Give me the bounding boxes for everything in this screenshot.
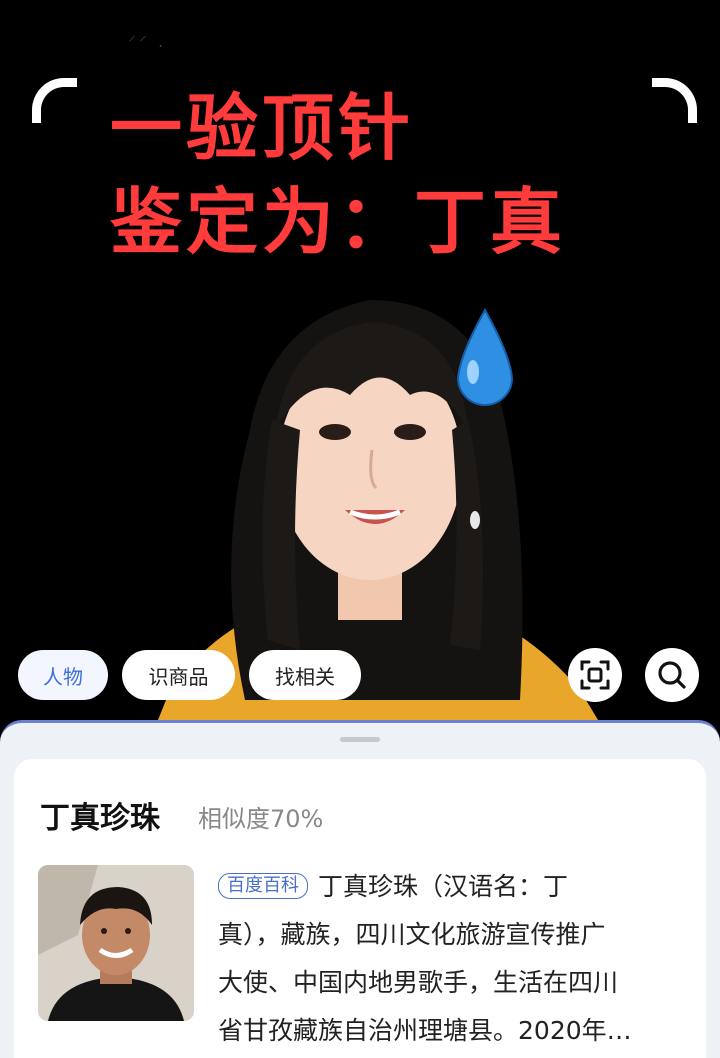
result-avatar[interactable] — [38, 865, 194, 1021]
image-search-screen: ⸍⸍ . 一验顶针 鉴定为：丁真 人物 识商品 找相关 丁真珍珠 相似度70% — [0, 0, 720, 1058]
description-line-3: 大使、中国内地男歌手，生活在四川 — [218, 968, 619, 997]
description-line-4: 省甘孜藏族自治州理塘县。2020年… — [218, 1016, 632, 1045]
sheet-drag-handle[interactable] — [340, 737, 380, 742]
search-button[interactable] — [645, 648, 699, 702]
description-line-2: 真），藏族，四川文化旅游宣传推广 — [218, 920, 606, 949]
overlay-headline-line1: 一验顶针 — [110, 86, 415, 170]
chip-person[interactable]: 人物 — [18, 650, 108, 700]
similarity-score: 相似度70% — [198, 805, 324, 833]
description-line-1: 百度百科 丁真珍珠（汉语名：丁 — [218, 863, 698, 911]
status-fragment: ⸍⸍ . — [128, 32, 167, 51]
results-sheet[interactable]: 丁真珍珠 相似度70% 百度百科 丁真珍珠（汉语名：丁 真），藏族，四川文化旅游… — [0, 720, 720, 1058]
overlay-headline-line2: 鉴定为：丁真 — [110, 180, 567, 264]
result-avatar-illustration — [38, 865, 194, 1021]
scan-frame-icon — [580, 660, 610, 690]
result-card[interactable]: 丁真珍珠 相似度70% 百度百科 丁真珍珠（汉语名：丁 真），藏族，四川文化旅游… — [14, 759, 706, 1058]
baike-source-badge[interactable]: 百度百科 — [218, 873, 308, 899]
search-icon — [658, 661, 686, 689]
chip-identify-product[interactable]: 识商品 — [122, 650, 235, 700]
scan-button[interactable] — [568, 648, 622, 702]
chip-find-related[interactable]: 找相关 — [249, 650, 361, 700]
description-text-1: 丁真珍珠（汉语名：丁 — [318, 872, 569, 901]
result-name: 丁真珍珠 — [40, 801, 160, 836]
result-description: 百度百科 丁真珍珠（汉语名：丁 真），藏族，四川文化旅游宣传推广 大使、中国内地男… — [218, 863, 698, 1055]
